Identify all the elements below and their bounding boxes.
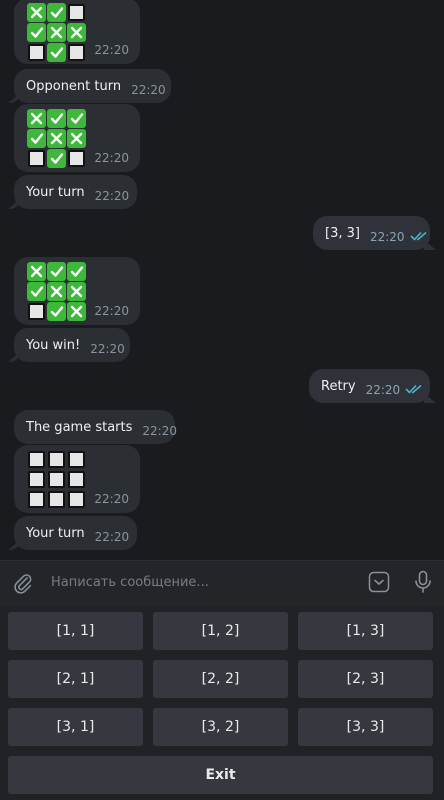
empty-square-icon xyxy=(28,44,45,61)
reply-keyboard: [1, 1] [1, 2] [1, 3] [2, 1] [2, 2] [2, 3… xyxy=(0,606,444,800)
message-time: 22:20 xyxy=(94,304,129,318)
message-bubble-outgoing: [3, 3] 22:20 xyxy=(313,216,430,250)
message-time: 22:20 xyxy=(90,342,125,356)
key-button-3-2[interactable]: [3, 2] xyxy=(153,708,288,746)
message-text: Retry xyxy=(321,378,356,394)
message-text: Your turn xyxy=(26,525,85,541)
cross-mark-icon xyxy=(47,23,66,42)
check-mark-icon xyxy=(27,282,46,301)
empty-square-icon xyxy=(28,150,45,167)
message-bubble-incoming: Your turn 22:20 xyxy=(14,516,137,550)
board-message: 22:20 xyxy=(14,445,140,513)
message-bubble-incoming: Opponent turn 22:20 xyxy=(14,69,171,103)
microphone-icon[interactable] xyxy=(413,570,433,598)
empty-square-icon xyxy=(48,451,65,468)
check-mark-icon xyxy=(47,302,66,321)
empty-square-icon xyxy=(68,44,85,61)
message-text: You win! xyxy=(26,337,81,353)
key-button-2-3[interactable]: [2, 3] xyxy=(298,660,433,698)
empty-square-icon xyxy=(48,491,65,508)
check-mark-icon xyxy=(47,43,66,62)
check-mark-icon xyxy=(27,129,46,148)
check-mark-icon xyxy=(67,109,86,128)
board-message: 22:20 xyxy=(14,0,140,64)
empty-square-icon xyxy=(68,491,85,508)
message-bubble-outgoing: Retry 22:20 xyxy=(309,369,430,403)
empty-square-icon xyxy=(28,303,45,320)
message-time: 22:20 xyxy=(142,424,177,438)
key-button-1-2[interactable]: [1, 2] xyxy=(153,612,288,650)
empty-square-icon xyxy=(68,471,85,488)
read-checkmarks-icon xyxy=(405,383,423,398)
key-button-1-3[interactable]: [1, 3] xyxy=(298,612,433,650)
message-time: 22:20 xyxy=(131,83,166,97)
check-mark-icon xyxy=(47,3,66,22)
cross-mark-icon xyxy=(67,23,86,42)
board-message: 22:20 xyxy=(14,257,140,325)
key-button-1-1[interactable]: [1, 1] xyxy=(8,612,143,650)
empty-square-icon xyxy=(28,451,45,468)
message-time: 22:20 xyxy=(369,230,405,244)
check-mark-icon xyxy=(47,149,66,168)
message-time: 22:20 xyxy=(94,189,130,203)
message-time: 22:20 xyxy=(94,530,130,544)
check-mark-icon xyxy=(27,23,46,42)
message-text: Your turn xyxy=(26,184,85,200)
empty-square-icon xyxy=(28,471,45,488)
message-time: 22:20 xyxy=(365,383,401,397)
board-message: 22:20 xyxy=(14,104,140,172)
cross-mark-icon xyxy=(67,282,86,301)
check-mark-icon xyxy=(47,109,66,128)
cross-mark-icon xyxy=(27,109,46,128)
paperclip-icon[interactable] xyxy=(12,572,34,598)
message-time: 22:20 xyxy=(94,43,129,57)
chat-history: 22:20 Opponent turn 22:20 22:20 Your tur… xyxy=(0,0,444,558)
empty-square-icon xyxy=(68,150,85,167)
cross-mark-icon xyxy=(67,302,86,321)
cross-mark-icon xyxy=(27,262,46,281)
check-mark-icon xyxy=(47,262,66,281)
key-button-2-2[interactable]: [2, 2] xyxy=(153,660,288,698)
message-time: 22:20 xyxy=(94,492,129,506)
empty-square-icon xyxy=(48,471,65,488)
empty-square-icon xyxy=(28,491,45,508)
cross-mark-icon xyxy=(47,129,66,148)
empty-square-icon xyxy=(68,4,85,21)
message-time: 22:20 xyxy=(94,151,129,165)
key-button-3-3[interactable]: [3, 3] xyxy=(298,708,433,746)
message-bubble-incoming: The game starts 22:20 xyxy=(14,410,177,444)
key-button-2-1[interactable]: [2, 1] xyxy=(8,660,143,698)
empty-square-icon xyxy=(68,451,85,468)
read-checkmarks-icon xyxy=(409,230,428,245)
cross-mark-icon xyxy=(47,282,66,301)
message-bubble-incoming: Your turn 22:20 xyxy=(14,175,137,209)
message-text: The game starts xyxy=(26,419,133,435)
exit-button[interactable]: Exit xyxy=(8,756,433,794)
check-mark-icon xyxy=(67,262,86,281)
message-input-bar: Написать сообщение... xyxy=(0,560,444,607)
message-input[interactable]: Написать сообщение... xyxy=(51,575,209,590)
message-text: Opponent turn xyxy=(26,78,122,94)
message-bubble-incoming: You win! 22:20 xyxy=(14,328,130,362)
message-text: [3, 3] xyxy=(325,225,360,241)
key-button-3-1[interactable]: [3, 1] xyxy=(8,708,143,746)
keyboard-toggle-icon[interactable] xyxy=(368,571,390,597)
cross-mark-icon xyxy=(27,3,46,22)
cross-mark-icon xyxy=(67,129,86,148)
